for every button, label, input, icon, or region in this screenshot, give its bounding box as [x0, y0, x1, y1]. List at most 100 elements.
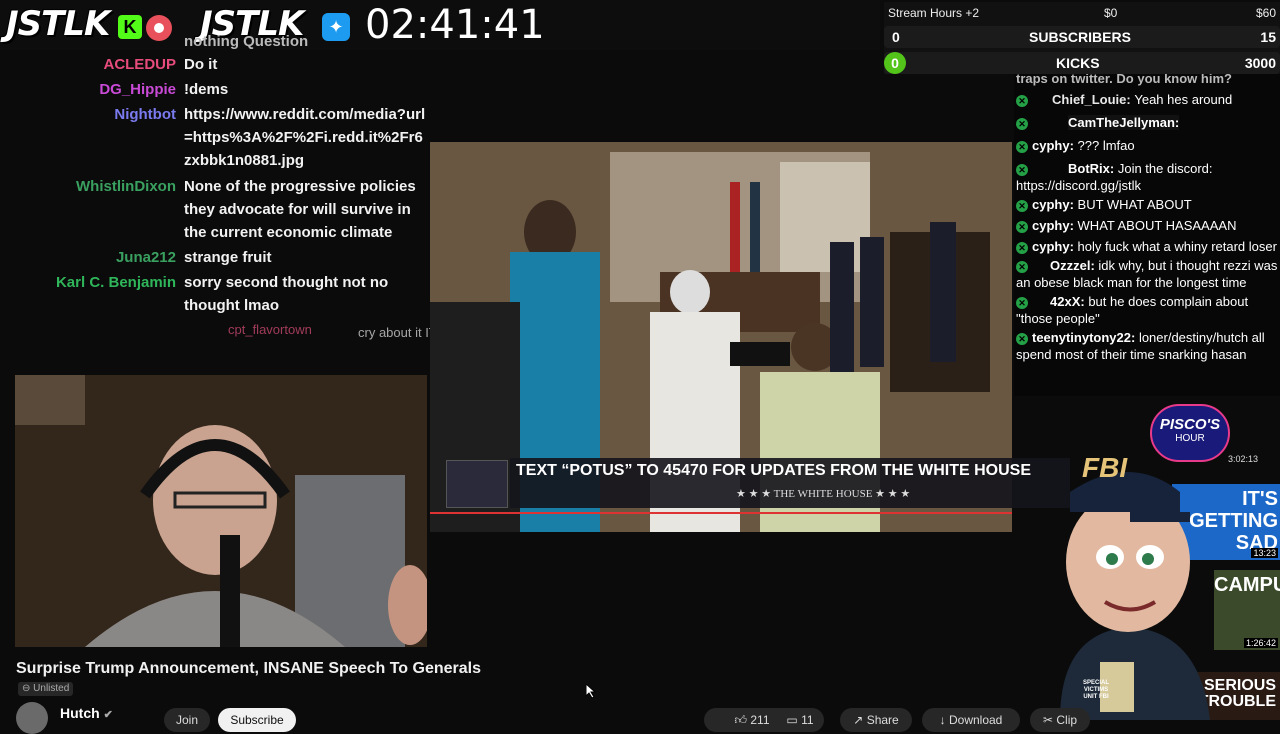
chat-message: Yeah hes around	[1134, 92, 1233, 107]
chat-username[interactable]: Chief_Louie:	[1052, 92, 1131, 107]
stream-hours-label: Stream Hours +2	[888, 6, 980, 20]
thumbs-up-icon: 👍︎	[734, 713, 748, 727]
thumbnail-duration: 13:23	[1251, 548, 1278, 558]
kicks-current: 0	[884, 52, 906, 74]
link-icon: ⊖	[22, 683, 31, 694]
chat-message-row: ✕ Ozzzel: idk why, but i thought rezzi wa…	[1014, 257, 1280, 291]
video-title: Surprise Trump Announcement, INSANE Spee…	[16, 660, 481, 677]
chat-message-row: ✕ cyphy: ??? lmfao	[1014, 137, 1280, 154]
kick-icon: ✕	[1016, 332, 1028, 345]
chat-message-row: ✕ BotRix: Join the discord: https://disco…	[1014, 160, 1280, 194]
chat-message: Join the discord: https://discord.gg/jst…	[1016, 161, 1213, 193]
right-chat-panel: traps on twitter. Do you know him? ✕ Chie…	[1014, 74, 1280, 396]
chat-message-row: ✕ cyphy: WHAT ABOUT HASAAAAN	[1014, 217, 1280, 234]
chat-username[interactable]: cyphy:	[1032, 218, 1074, 233]
subscribers-current: 0	[892, 29, 900, 45]
chat-username[interactable]: ACLEDUP	[0, 53, 176, 76]
unlisted-label: Unlisted	[33, 683, 70, 694]
pisco-logo-text: PISCO'S	[1159, 416, 1221, 433]
lower-third-banner: TEXT “POTUS” TO 45470 FOR UPDATES FROM T…	[510, 458, 1070, 508]
chat-username[interactable]: cyphy:	[1032, 239, 1074, 254]
chat-partial-line: traps on twitter. Do you know him?	[1016, 74, 1232, 86]
white-house-logo-icon	[446, 460, 508, 508]
chat-username[interactable]: 42xX:	[1050, 294, 1085, 309]
thumbnail-duration: 1:26:42	[1243, 638, 1278, 648]
download-label: Download	[948, 713, 1003, 727]
share-icon: ↗	[853, 713, 864, 727]
subscribers-goal-bar: 0 SUBSCRIBERS 15	[884, 26, 1280, 48]
streamer-webcam	[15, 375, 427, 647]
kick-icon: ✕	[1016, 296, 1028, 309]
channel-name-label: Hutch	[60, 705, 100, 721]
kick-icon: ✕	[1016, 220, 1028, 233]
kick-icon: ✕	[1016, 241, 1028, 254]
clip-label: Clip	[1056, 713, 1078, 727]
chat-message: cry about it IT	[358, 325, 437, 340]
chat-username[interactable]: Ozzzel:	[1050, 258, 1095, 273]
chat-username[interactable]: Juna212	[0, 246, 176, 269]
verified-icon: ✔	[103, 709, 113, 721]
chat-message: !dems	[184, 81, 229, 98]
webcam-frame	[15, 375, 427, 647]
lower-third-text: TEXT “POTUS” TO 45470 FOR UPDATES FROM T…	[516, 462, 1032, 479]
chat-username[interactable]: cyphy:	[1032, 138, 1074, 153]
pisco-logo-sub: HOUR	[1175, 433, 1205, 444]
download-button[interactable]: ↓ Download	[922, 708, 1020, 732]
chat-username[interactable]: cpt_flavortown	[228, 322, 312, 337]
clip-button[interactable]: ✂ Clip	[1030, 708, 1090, 732]
download-icon: ↓	[939, 713, 946, 727]
kicks-goal: 3000	[1244, 55, 1276, 71]
scissors-icon: ✂	[1042, 713, 1054, 727]
chat-username[interactable]: Nightbot	[0, 103, 176, 126]
chat-message: WHAT ABOUT HASAAAAN	[1077, 218, 1237, 233]
money-goal: $60	[1255, 6, 1276, 20]
channel-name[interactable]: Hutch ✔	[60, 705, 113, 721]
chat-partial-line: nothing Question	[184, 33, 309, 50]
chat-message: None of the progressive policies they ad…	[184, 178, 416, 241]
comment-icon: ▭	[786, 713, 798, 727]
chat-username[interactable]: WhistlinDixon	[0, 175, 176, 198]
subscribe-button[interactable]: Subscribe	[218, 708, 296, 732]
chat-message: https://www.reddit.com/media?url=https%3…	[184, 106, 426, 169]
thumbnail-text: CAMPUS	[1214, 574, 1280, 596]
lower-third-subtext: ★ ★ ★ THE WHITE HOUSE ★ ★ ★	[736, 488, 911, 500]
mouse-cursor-icon	[585, 682, 597, 703]
kick-icon: ✕	[1016, 140, 1028, 153]
chat-message: holy fuck what a whiny retard loser	[1077, 239, 1277, 254]
chat-message: ??? lmfao	[1077, 138, 1135, 153]
chat-message-row: ✕ Chief_Louie: Yeah hes around	[1014, 91, 1280, 108]
kicks-goal-bar: 0 KICKS 3000	[884, 52, 1280, 74]
chat-username[interactable]: DG_Hippie	[0, 78, 176, 101]
chat-message: strange fruit	[184, 249, 272, 266]
channel-logo-1: JSTLK	[6, 4, 110, 44]
kick-icon: ✕	[1016, 163, 1028, 176]
chat-message-row: ✕ teenytinytony22: loner/destiny/hutch al…	[1014, 329, 1280, 363]
share-label: Share	[866, 713, 899, 727]
join-button[interactable]: Join	[164, 708, 210, 732]
kick-icon: ✕	[1016, 117, 1028, 130]
chat-username[interactable]: Karl C. Benjamin	[0, 271, 176, 294]
kick-icon: ✕	[1016, 199, 1028, 212]
money-current: $0	[1104, 6, 1118, 20]
fbi-cartoon-mascot	[1040, 452, 1220, 720]
stream-stats-panel: Stream Hours +2 $0 $60 0 SUBSCRIBERS 15 …	[884, 2, 1280, 74]
subscribers-label: SUBSCRIBERS	[1029, 29, 1131, 45]
twitter-icon: ✦	[322, 13, 350, 41]
comments-button[interactable]: ▭ 11	[776, 708, 824, 732]
kick-icon: ✕	[1016, 260, 1028, 273]
stream-clock: 02:41:41	[365, 2, 545, 48]
pisco-duration: 3:02:13	[1228, 454, 1259, 464]
chat-username[interactable]: BotRix:	[1068, 161, 1114, 176]
avatar[interactable]	[16, 702, 48, 734]
chat-username[interactable]: teenytinytony22:	[1032, 330, 1135, 345]
chat-message: BUT WHAT ABOUT	[1077, 197, 1192, 212]
chat-username[interactable]: CamTheJellyman:	[1068, 115, 1180, 130]
subscribers-goal: 15	[1260, 29, 1276, 45]
kick-icon: K	[118, 15, 142, 39]
video-thumbnail[interactable]: CAMPUS 1:26:42	[1214, 570, 1280, 650]
chat-username[interactable]: cyphy:	[1032, 197, 1074, 212]
comment-count: 11	[801, 713, 814, 727]
record-icon	[146, 15, 172, 41]
share-button[interactable]: ↗ Share	[840, 708, 912, 732]
kick-icon: ✕	[1016, 94, 1028, 107]
